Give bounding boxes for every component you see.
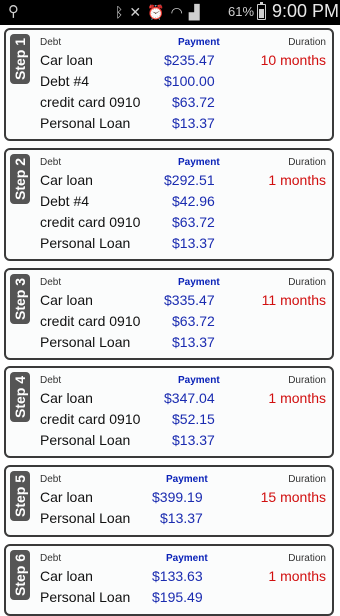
duration-header: Duration <box>288 553 326 564</box>
debt-name: Personal Loan <box>40 589 131 605</box>
payment-amount: $52.15 <box>172 411 215 427</box>
payment-header: Payment <box>178 277 220 288</box>
debt-name: Car loan <box>40 172 93 188</box>
debt-row: Personal Loan $13.37 <box>6 432 332 452</box>
payment-amount: $235.47 <box>164 52 215 68</box>
payment-amount: $133.63 <box>152 568 203 584</box>
debt-name: Personal Loan <box>40 510 131 526</box>
debt-name: Car loan <box>40 489 93 505</box>
debt-row: Personal Loan $13.37 <box>6 235 332 255</box>
debt-name: credit card 0910 <box>40 313 141 329</box>
duration-value: 11 months <box>261 292 326 308</box>
step-card: Step 6 Debt Payment Duration Car loan $13… <box>4 544 334 616</box>
debt-header: Debt <box>40 277 62 288</box>
step-card: Step 5 Debt Payment Duration Car loan $39… <box>4 465 334 537</box>
debt-name: credit card 0910 <box>40 94 141 110</box>
payment-header: Payment <box>178 375 220 386</box>
payment-header: Payment <box>178 157 220 168</box>
debt-row: Car loan $399.19 15 months <box>6 489 332 509</box>
step-card: Step 3 Debt Payment Duration Car loan $33… <box>4 268 334 360</box>
step-card: Step 1 Debt Payment Duration Car loan $23… <box>4 28 334 141</box>
duration-header: Duration <box>288 375 326 386</box>
status-bar: ⚲ ᛒ ✕ ⏰ ◠ ▟ 61% 9:00 PM <box>0 0 340 25</box>
payment-amount: $63.72 <box>172 313 215 329</box>
duration-header: Duration <box>288 277 326 288</box>
duration-value: 1 months <box>268 568 326 584</box>
debt-row: Debt #4 $42.96 <box>6 193 332 213</box>
payment-amount: $13.37 <box>172 334 215 350</box>
payment-amount: $63.72 <box>172 214 215 230</box>
debt-row: credit card 0910 $63.72 <box>6 94 332 114</box>
duration-value: 1 months <box>268 390 326 406</box>
payment-amount: $195.49 <box>152 589 203 605</box>
debt-row: Car loan $347.04 1 months <box>6 390 332 410</box>
alarm-icon: ⏰ <box>147 4 165 20</box>
payment-amount: $347.04 <box>164 390 215 406</box>
duration-header: Duration <box>288 157 326 168</box>
debt-row: Car loan $235.47 10 months <box>6 52 332 72</box>
debt-name: Car loan <box>40 292 93 308</box>
payment-amount: $13.37 <box>172 115 215 131</box>
debt-header: Debt <box>40 474 62 485</box>
battery-icon <box>257 2 266 20</box>
debt-header: Debt <box>40 375 62 386</box>
debt-row: credit card 0910 $63.72 <box>6 313 332 333</box>
payment-amount: $13.37 <box>172 235 215 251</box>
debt-row: Personal Loan $13.37 <box>6 510 332 530</box>
debt-name: Personal Loan <box>40 235 131 251</box>
duration-value: 1 months <box>268 172 326 188</box>
status-icons: ᛒ ✕ ⏰ ◠ ▟ <box>115 3 200 22</box>
debt-header: Debt <box>40 157 62 168</box>
debt-row: Car loan $335.47 11 months <box>6 292 332 312</box>
duration-header: Duration <box>288 37 326 48</box>
debt-row: Car loan $133.63 1 months <box>6 568 332 588</box>
debt-header: Debt <box>40 553 62 564</box>
payment-amount: $13.37 <box>160 510 203 526</box>
debt-row: Personal Loan $13.37 <box>6 115 332 135</box>
debt-name: credit card 0910 <box>40 214 141 230</box>
debt-row: Debt #4 $100.00 <box>6 73 332 93</box>
payment-amount: $63.72 <box>172 94 215 110</box>
duration-header: Duration <box>288 474 326 485</box>
debt-name: Car loan <box>40 568 93 584</box>
debt-row: credit card 0910 $52.15 <box>6 411 332 431</box>
debt-row: Personal Loan $195.49 <box>6 589 332 609</box>
step-card: Step 2 Debt Payment Duration Car loan $29… <box>4 148 334 261</box>
debt-name: Personal Loan <box>40 115 131 131</box>
payment-amount: $292.51 <box>164 172 215 188</box>
debt-name: Debt #4 <box>40 193 90 209</box>
debt-name: credit card 0910 <box>40 411 141 427</box>
payment-amount: $399.19 <box>152 489 203 505</box>
payment-amount: $42.96 <box>172 193 215 209</box>
debt-name: Car loan <box>40 390 93 406</box>
duration-value: 10 months <box>260 52 326 68</box>
signal-icon: ▟ <box>188 4 200 20</box>
payment-amount: $335.47 <box>164 292 215 308</box>
debt-row: credit card 0910 $63.72 <box>6 214 332 234</box>
payment-header: Payment <box>166 474 208 485</box>
debt-row: Personal Loan $13.37 <box>6 334 332 354</box>
debt-name: Personal Loan <box>40 334 131 350</box>
debt-name: Debt #4 <box>40 73 90 89</box>
payment-amount: $13.37 <box>172 432 215 448</box>
debt-name: Personal Loan <box>40 432 131 448</box>
payment-header: Payment <box>166 553 208 564</box>
usb-icon: ⚲ <box>8 3 19 20</box>
duration-value: 15 months <box>260 489 326 505</box>
battery-percent: 61% <box>228 4 255 19</box>
step-card: Step 4 Debt Payment Duration Car loan $34… <box>4 366 334 458</box>
wifi-icon: ◠ <box>170 4 183 20</box>
debt-header: Debt <box>40 37 62 48</box>
mute-icon: ✕ <box>129 4 142 20</box>
debt-row: Car loan $292.51 1 months <box>6 172 332 192</box>
bluetooth-icon: ᛒ <box>115 4 124 20</box>
clock: 9:00 PM <box>272 1 340 21</box>
payment-amount: $100.00 <box>164 73 215 89</box>
payment-header: Payment <box>178 37 220 48</box>
debt-name: Car loan <box>40 52 93 68</box>
